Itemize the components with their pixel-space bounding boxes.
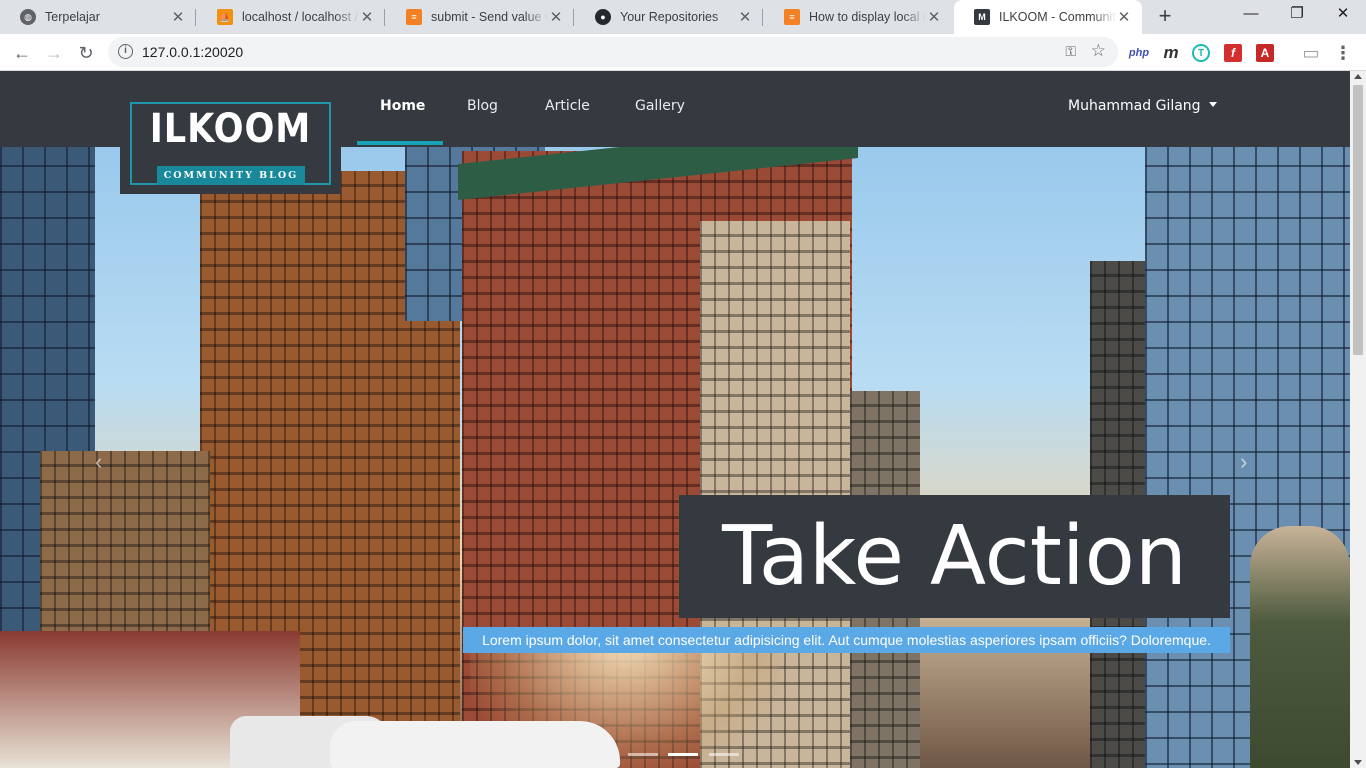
browser-tab[interactable]: ≡ submit - Send value wit ✕ (386, 0, 574, 34)
carousel-indicator[interactable] (628, 753, 658, 756)
php-extension-icon[interactable]: php (1128, 42, 1150, 64)
close-tab-icon[interactable]: ✕ (737, 8, 753, 26)
browser-toolbar: ← → ↻ i 127.0.0.1:20020 ⚿ ☆ php m T f A … (0, 34, 1366, 71)
scroll-up-icon[interactable] (1354, 74, 1362, 79)
browser-tab-active[interactable]: M ILKOOM - Community Bl ✕ (954, 0, 1142, 34)
close-tab-icon[interactable]: ✕ (548, 8, 564, 26)
browser-tab[interactable]: ◍ Terpelajar ✕ (0, 0, 196, 34)
caret-down-icon (1208, 102, 1217, 107)
profile-icon[interactable]: ▭ (1300, 42, 1322, 64)
tab-title: submit - Send value wit (431, 10, 548, 24)
browser-tab[interactable]: ● Your Repositories ✕ (575, 0, 763, 34)
carousel-prev-icon[interactable]: ‹ (95, 449, 102, 475)
tab-title: ILKOOM - Community Bl (999, 10, 1116, 24)
close-window-button[interactable]: ✕ (1320, 0, 1366, 30)
tab-title: localhost / localhost / re (242, 10, 359, 24)
carousel-indicator[interactable] (708, 753, 739, 756)
tab-title: Your Repositories (620, 10, 719, 24)
stackoverflow-icon: ≡ (406, 9, 422, 25)
tab-separator (762, 9, 763, 26)
tab-separator (384, 9, 385, 26)
tab-separator (195, 9, 196, 26)
flash-player-extension-icon[interactable]: A (1256, 44, 1274, 62)
url-text[interactable]: 127.0.0.1:20020 (142, 37, 243, 67)
m-extension-icon[interactable]: m (1160, 42, 1182, 64)
close-tab-icon[interactable]: ✕ (170, 8, 186, 26)
phpmyadmin-icon: ⛵ (217, 9, 233, 25)
site-m-icon: M (974, 9, 990, 25)
globe-icon: ◍ (20, 9, 36, 25)
carousel-indicators (625, 743, 742, 761)
flash-extension-icon[interactable]: f (1224, 44, 1242, 62)
nav-gallery[interactable]: Gallery (635, 71, 685, 147)
key-icon[interactable]: ⚿ (1065, 43, 1076, 60)
minimize-button[interactable]: — (1228, 0, 1274, 30)
brand-name: ILKOOM (149, 106, 312, 152)
back-button[interactable]: ← (8, 39, 36, 67)
maximize-button[interactable]: ❐ (1274, 0, 1320, 30)
nav-home[interactable]: Home (380, 71, 425, 147)
scrollbar-thumb[interactable] (1353, 85, 1363, 355)
carousel-indicator-active[interactable] (668, 753, 699, 756)
site-info-icon[interactable]: i (118, 44, 133, 59)
tab-title: How to display local im (809, 10, 926, 24)
stackoverflow-icon: ≡ (784, 9, 800, 25)
tt-extension-icon[interactable]: T (1192, 44, 1210, 62)
new-tab-button[interactable]: + (1152, 4, 1178, 30)
tab-separator (573, 9, 574, 26)
scroll-down-icon[interactable] (1354, 760, 1362, 765)
nav-blog[interactable]: Blog (467, 71, 498, 147)
browser-tab-strip: ◍ Terpelajar ✕ ⛵ localhost / localhost /… (0, 0, 1366, 34)
close-tab-icon[interactable]: ✕ (926, 8, 942, 26)
close-tab-icon[interactable]: ✕ (359, 8, 375, 26)
page-scrollbar[interactable] (1350, 71, 1366, 768)
browser-tab[interactable]: ≡ How to display local im ✕ (764, 0, 952, 34)
hero-carousel: Home Blog Article Gallery Muhammad Gilan… (0, 71, 1350, 768)
reload-button[interactable]: ↻ (72, 39, 100, 67)
brand-logo[interactable]: ILKOOM COMMUNITY BLOG (120, 94, 341, 194)
github-icon: ● (595, 9, 611, 25)
carousel-next-icon[interactable]: › (1240, 449, 1247, 475)
tab-title: Terpelajar (45, 10, 100, 24)
hero-title: Take Action (679, 495, 1230, 618)
forward-button[interactable]: → (40, 39, 68, 67)
user-dropdown[interactable]: Muhammad Gilang (1068, 71, 1217, 147)
close-tab-icon[interactable]: ✕ (1116, 8, 1132, 26)
page-viewport: Home Blog Article Gallery Muhammad Gilan… (0, 71, 1366, 768)
nav-article[interactable]: Article (545, 71, 590, 147)
active-nav-indicator (357, 141, 443, 145)
brand-tagline: COMMUNITY BLOG (157, 166, 305, 185)
chrome-menu-icon[interactable]: ⋮ (1332, 42, 1354, 64)
browser-tab[interactable]: ⛵ localhost / localhost / re ✕ (197, 0, 385, 34)
bookmark-star-icon[interactable]: ☆ (1091, 41, 1106, 61)
address-bar[interactable]: i 127.0.0.1:20020 ⚿ ☆ (108, 37, 1118, 67)
user-name: Muhammad Gilang (1068, 98, 1201, 114)
hero-text: Lorem ipsum dolor, sit amet consectetur … (463, 627, 1230, 653)
